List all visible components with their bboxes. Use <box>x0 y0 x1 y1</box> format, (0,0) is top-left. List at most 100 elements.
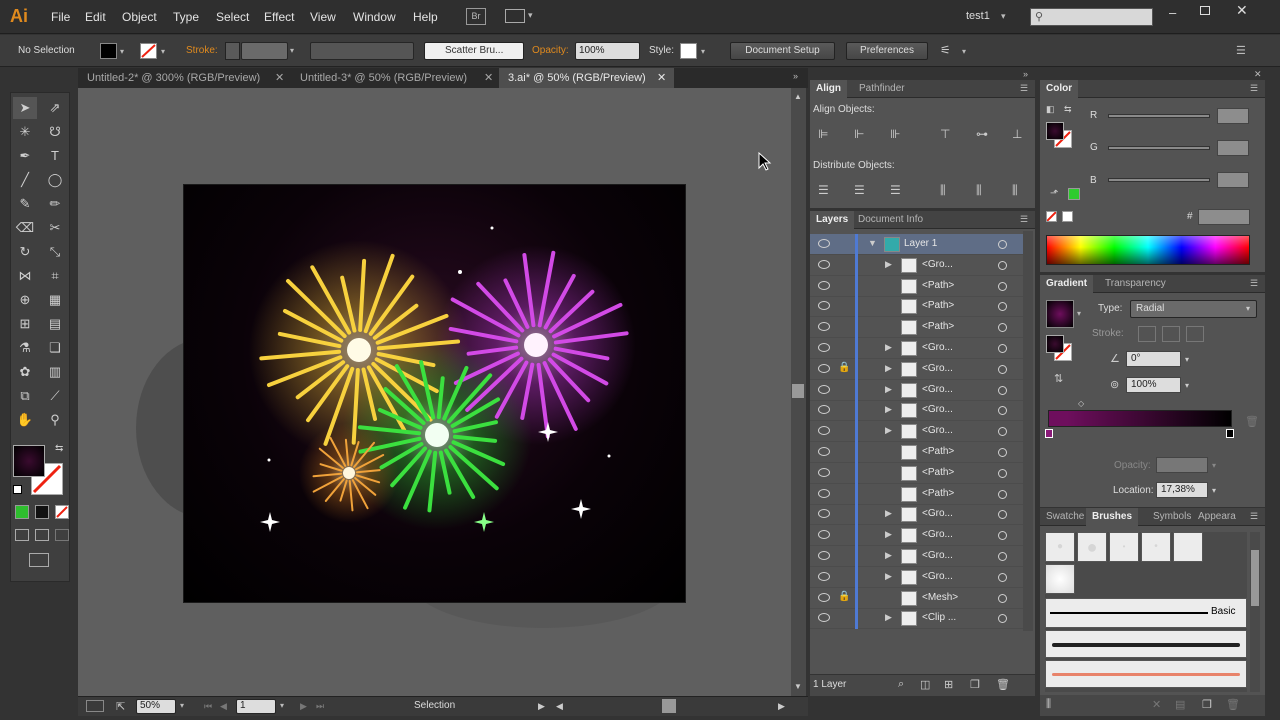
chevron-down-icon[interactable]: ▾ <box>1077 309 1081 318</box>
location-field[interactable]: 17,38% <box>1156 482 1208 498</box>
expand-right-icon[interactable]: ▶ <box>885 259 892 270</box>
next-artboard-icon[interactable]: ▶ <box>300 701 307 712</box>
color-spectrum[interactable] <box>1046 235 1250 265</box>
fill-color-front[interactable] <box>13 445 45 477</box>
tab-untitled-3[interactable]: Untitled-3* @ 50% (RGB/Preview) ✕ <box>291 68 498 88</box>
screen-mode-icon[interactable] <box>29 553 49 567</box>
align-vertical-center-icon[interactable]: ⊶ <box>976 127 988 141</box>
target-circle-icon[interactable] <box>998 240 1007 249</box>
layer-row[interactable]: ▶ <Gro... <box>810 338 1030 359</box>
panel-menu-icon[interactable]: ☰ <box>1020 214 1028 225</box>
none-swatch[interactable] <box>1046 211 1057 222</box>
close-icon[interactable]: ✕ <box>275 68 284 88</box>
tab-untitled-2[interactable]: Untitled-2* @ 300% (RGB/Preview) ✕ <box>78 68 290 88</box>
chevron-down-icon[interactable]: ▾ <box>701 47 705 56</box>
menu-effect[interactable]: Effect <box>264 10 294 24</box>
scroll-up-icon[interactable]: ▲ <box>794 92 802 101</box>
search-input[interactable]: ⚲ <box>1030 8 1153 26</box>
target-circle-icon[interactable] <box>998 302 1007 312</box>
lasso-tool-icon[interactable]: ☋ <box>43 121 67 143</box>
preferences-button[interactable]: Preferences <box>846 42 928 60</box>
visibility-eye-icon[interactable] <box>818 239 830 248</box>
gradient-type-dropdown[interactable]: Radial <box>1130 300 1257 318</box>
target-circle-icon[interactable] <box>998 260 1007 270</box>
line-tool-icon[interactable]: ╱ <box>13 169 37 191</box>
align-bottom-icon[interactable]: ⊥ <box>1012 127 1022 141</box>
channel-r-slider[interactable] <box>1108 114 1210 118</box>
locate-object-icon[interactable]: ⌕ <box>898 678 904 691</box>
close-icon[interactable]: ✕ <box>657 68 666 88</box>
tab-gradient[interactable]: Gradient <box>1040 275 1094 293</box>
draw-behind-icon[interactable] <box>35 529 49 541</box>
blend-tool-icon[interactable]: ❏ <box>43 337 67 359</box>
stroke-across-icon[interactable] <box>1186 326 1204 342</box>
align-horizontal-center-icon[interactable]: ⊩ <box>854 127 864 141</box>
layer-row[interactable]: <Path> <box>810 442 1030 463</box>
tab-swatches[interactable]: Swatche <box>1040 508 1090 526</box>
lock-icon[interactable]: 🔒 <box>838 362 850 373</box>
horizontal-scroll-thumb[interactable] <box>662 699 676 713</box>
perspective-grid-tool-icon[interactable]: ▦ <box>43 289 67 311</box>
visibility-eye-icon[interactable] <box>818 280 830 290</box>
artboard-field[interactable]: 1 <box>236 699 276 714</box>
target-circle-icon[interactable] <box>998 468 1007 478</box>
pen-tool-icon[interactable]: ✒ <box>13 145 37 167</box>
draw-normal-icon[interactable] <box>15 529 29 541</box>
chevron-down-icon[interactable]: ▾ <box>1246 304 1250 313</box>
midpoint-diamond-icon[interactable]: ◇ <box>1078 399 1084 408</box>
chevron-down-icon[interactable]: ▾ <box>1212 461 1216 470</box>
layer-row[interactable]: ▶ <Gro... <box>810 504 1030 526</box>
tab-layers[interactable]: Layers <box>810 211 855 229</box>
chevron-down-icon[interactable]: ▾ <box>962 47 966 56</box>
lock-icon[interactable]: 🔒 <box>838 591 850 602</box>
brush-dot-small[interactable]: ● <box>1045 532 1075 562</box>
create-sublayer-icon[interactable]: ⊞ <box>944 678 953 691</box>
free-transform-tool-icon[interactable]: ⌗ <box>43 265 67 287</box>
visibility-eye-icon[interactable] <box>818 530 830 540</box>
layer-row-layer-1[interactable]: ▼ Layer 1 <box>810 234 1030 255</box>
mesh-tool-icon[interactable]: ⊞ <box>13 313 37 335</box>
expand-right-icon[interactable]: ▶ <box>885 529 892 540</box>
gradient-slider[interactable] <box>1048 410 1232 427</box>
stroke-swatch[interactable] <box>140 43 157 59</box>
menu-window[interactable]: Window <box>353 10 396 24</box>
layer-row[interactable]: <Path> <box>810 275 1030 297</box>
layer-row[interactable]: ▶ <Gro... <box>810 421 1030 443</box>
channel-b-slider[interactable] <box>1108 178 1210 182</box>
visibility-eye-icon[interactable] <box>818 301 830 311</box>
double-chevron-right-icon[interactable]: » <box>793 71 798 81</box>
visibility-eye-icon[interactable] <box>818 509 830 519</box>
scroll-thumb[interactable] <box>792 384 804 398</box>
brush-dot-tiny[interactable]: • <box>1109 532 1139 562</box>
vertical-scrollbar[interactable]: ▲ ▼ <box>791 88 806 696</box>
visibility-eye-icon[interactable] <box>818 571 830 581</box>
shape-builder-tool-icon[interactable]: ⊕ <box>13 289 37 311</box>
tab-pathfinder[interactable]: Pathfinder <box>853 80 911 98</box>
brush-libraries-icon[interactable]: ⫼ <box>1046 698 1051 711</box>
column-graph-tool-icon[interactable]: ▥ <box>43 361 67 383</box>
layer-row[interactable]: <Path> <box>810 296 1030 318</box>
distribute-bottom-icon[interactable]: ☰ <box>890 183 901 197</box>
tab-document-info[interactable]: Document Info <box>852 211 929 229</box>
target-circle-icon[interactable] <box>998 510 1007 520</box>
default-colors-icon[interactable]: ◧ <box>1046 104 1055 115</box>
layer-row[interactable]: ▶ <Gro... <box>810 546 1030 567</box>
target-circle-icon[interactable] <box>998 427 1007 437</box>
visibility-eye-icon[interactable] <box>818 322 830 332</box>
menu-type[interactable]: Type <box>173 10 199 24</box>
chevron-down-icon[interactable]: ▾ <box>1212 486 1216 495</box>
target-circle-icon[interactable] <box>998 572 1007 582</box>
panel-menu-icon[interactable]: ☰ <box>1020 83 1028 94</box>
gradient-tool-icon[interactable]: ▤ <box>43 313 67 335</box>
chevron-down-icon[interactable]: ▾ <box>528 10 533 21</box>
gamut-color-swatch[interactable] <box>1068 188 1080 200</box>
target-circle-icon[interactable] <box>998 489 1007 499</box>
arrange-documents-icon[interactable] <box>505 9 525 23</box>
minimize-icon[interactable]: – <box>1169 5 1176 20</box>
layer-row[interactable]: ▶ <Gro... <box>810 379 1030 401</box>
panel-menu-icon[interactable]: ☰ <box>1250 83 1258 94</box>
brushes-scrollbar[interactable] <box>1250 532 1260 692</box>
first-artboard-icon[interactable]: ⏮ <box>204 701 212 712</box>
close-icon[interactable]: ✕ <box>1236 2 1248 19</box>
width-tool-icon[interactable]: ⋈ <box>13 265 37 287</box>
